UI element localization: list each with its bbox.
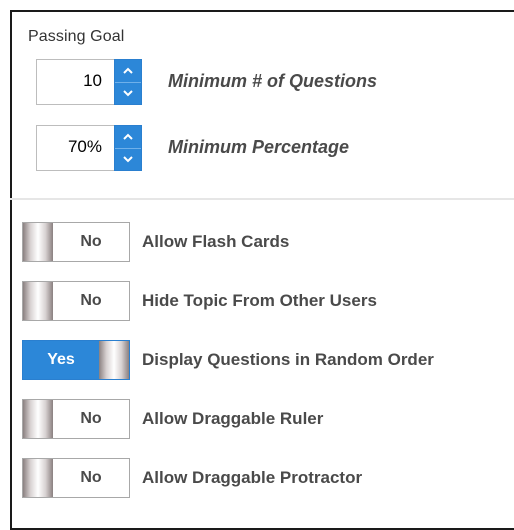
- toggle-knob[interactable]: [23, 459, 53, 497]
- hide-topic-label: Hide Topic From Other Users: [142, 291, 377, 310]
- toggle-state: No: [80, 469, 102, 486]
- section-divider: [10, 198, 514, 200]
- chevron-up-icon: [123, 67, 133, 74]
- min-questions-spinner[interactable]: 10: [36, 59, 154, 105]
- min-questions-decrement-button[interactable]: [115, 83, 141, 105]
- toggle-state: No: [80, 410, 102, 427]
- passing-goal-title: Passing Goal: [28, 28, 125, 45]
- draggable-protractor-label: Allow Draggable Protractor: [142, 468, 363, 487]
- min-percentage-increment-button[interactable]: [115, 126, 141, 149]
- settings-panel: Passing Goal 10 Minimum # of Questions 7…: [10, 10, 514, 530]
- min-questions-input[interactable]: 10: [36, 59, 114, 105]
- min-percentage-decrement-button[interactable]: [115, 149, 141, 171]
- toggle-state: Yes: [47, 351, 75, 368]
- chevron-up-icon: [123, 133, 133, 140]
- toggle-knob[interactable]: [23, 400, 53, 438]
- toggle-draggable-protractor[interactable]: No: [22, 458, 130, 498]
- min-percentage-label: Minimum Percentage: [168, 137, 350, 157]
- toggle-state: No: [80, 292, 102, 309]
- min-percentage-spinner[interactable]: 70%: [36, 125, 154, 171]
- toggle-random-order[interactable]: Yes: [22, 340, 130, 380]
- draggable-ruler-label: Allow Draggable Ruler: [142, 409, 324, 428]
- random-order-label: Display Questions in Random Order: [142, 350, 434, 369]
- toggle-draggable-ruler[interactable]: No: [22, 399, 130, 439]
- toggle-knob[interactable]: [23, 282, 53, 320]
- toggle-allow-flash-cards[interactable]: No: [22, 222, 130, 262]
- chevron-down-icon: [123, 156, 133, 163]
- allow-flash-cards-label: Allow Flash Cards: [142, 232, 290, 251]
- min-percentage-stepper[interactable]: [114, 125, 142, 171]
- toggle-knob[interactable]: [99, 341, 129, 379]
- chevron-down-icon: [123, 90, 133, 97]
- min-questions-stepper[interactable]: [114, 59, 142, 105]
- min-questions-label: Minimum # of Questions: [168, 71, 378, 91]
- min-percentage-input[interactable]: 70%: [36, 125, 114, 171]
- toggle-hide-topic[interactable]: No: [22, 281, 130, 321]
- toggle-state: No: [80, 233, 102, 250]
- toggle-knob[interactable]: [23, 223, 53, 261]
- min-questions-increment-button[interactable]: [115, 60, 141, 83]
